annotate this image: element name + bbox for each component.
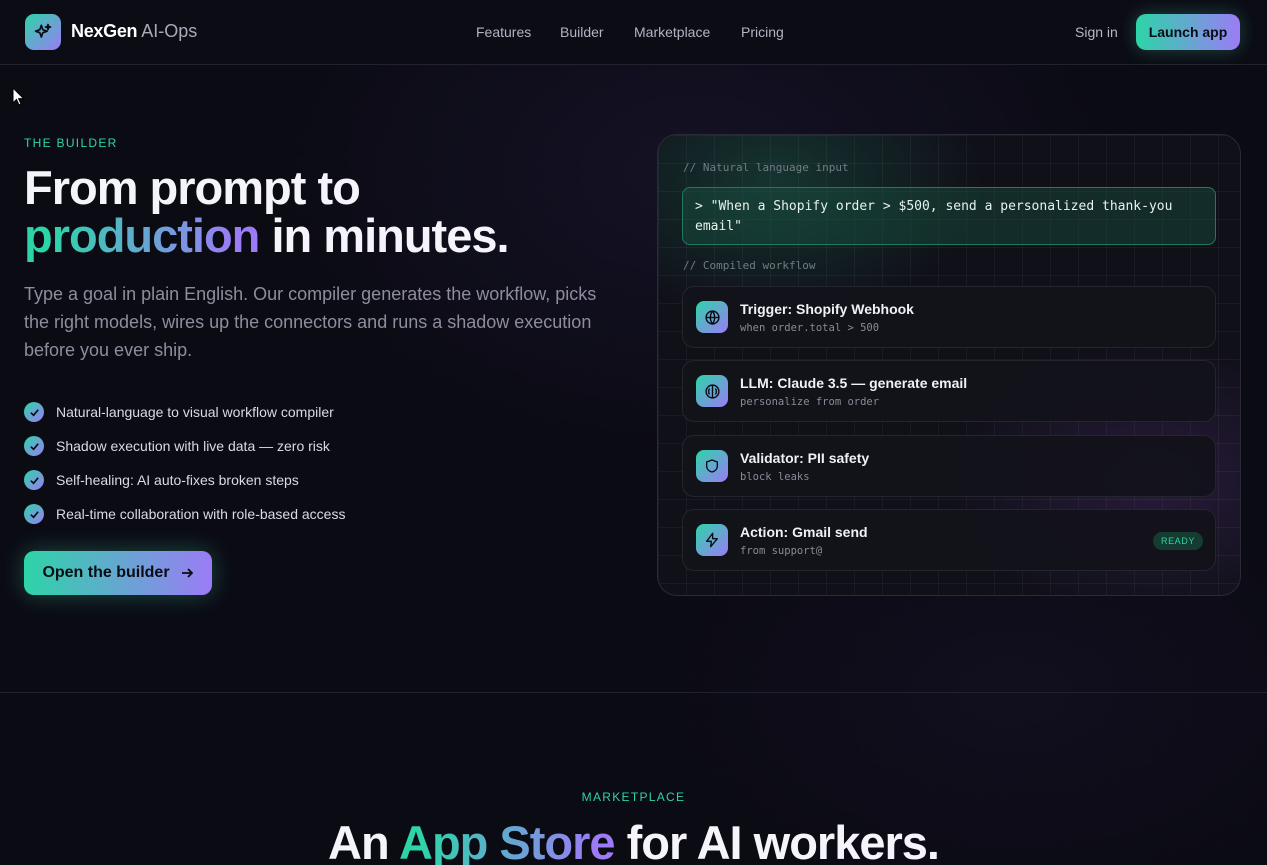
open-builder-label: Open the builder xyxy=(42,564,170,581)
check-icon xyxy=(24,402,44,422)
input-comment: // Natural language input xyxy=(683,161,849,174)
shield-icon xyxy=(696,450,728,482)
brand-name[interactable]: NexGen AI-Ops xyxy=(71,21,197,42)
feature-text: Self-healing: AI auto-fixes broken steps xyxy=(56,472,299,488)
top-nav: NexGen AI-Ops Features Builder Marketpla… xyxy=(0,0,1267,65)
feature-item: Natural-language to visual workflow comp… xyxy=(24,395,345,429)
check-icon xyxy=(24,436,44,456)
marketplace-title-post: for AI workers. xyxy=(626,816,940,865)
sign-in-link[interactable]: Sign in xyxy=(1075,24,1118,40)
marketplace-eyebrow: MARKETPLACE xyxy=(581,790,686,804)
workflow-preview-panel: // Natural language input > "When a Shop… xyxy=(657,134,1241,596)
step-title: LLM: Claude 3.5 — generate email xyxy=(740,375,968,391)
marketplace-title-pre: An xyxy=(328,816,390,865)
hero-title-line1: From prompt to xyxy=(24,161,361,214)
step-subtitle: personalize from order xyxy=(740,396,880,408)
launch-app-button[interactable]: Launch app xyxy=(1136,14,1240,50)
hero-title-highlight: production xyxy=(24,209,260,262)
brain-icon xyxy=(696,375,728,407)
bolt-icon xyxy=(696,524,728,556)
feature-text: Shadow execution with live data — zero r… xyxy=(56,438,330,454)
natural-language-prompt[interactable]: > "When a Shopify order > $500, send a p… xyxy=(682,187,1216,245)
hero-title-rest: in minutes. xyxy=(271,209,509,262)
marketplace-title: An App Store for AI workers. xyxy=(0,815,1267,865)
nav-link-builder[interactable]: Builder xyxy=(560,24,604,40)
feature-list: Natural-language to visual workflow comp… xyxy=(24,395,345,531)
mouse-cursor-icon xyxy=(12,87,25,106)
section-divider xyxy=(0,692,1267,693)
step-title: Trigger: Shopify Webhook xyxy=(740,301,914,317)
workflow-step-validator[interactable]: Validator: PII safety block leaks xyxy=(682,435,1216,497)
marketplace-title-highlight: App Store xyxy=(399,816,616,865)
feature-item: Real-time collaboration with role-based … xyxy=(24,497,345,531)
nav-link-marketplace[interactable]: Marketplace xyxy=(634,24,710,40)
nav-link-pricing[interactable]: Pricing xyxy=(741,24,784,40)
sparkle-icon xyxy=(34,23,52,38)
status-badge: READY xyxy=(1152,532,1203,550)
hero-title: From prompt to production in minutes. xyxy=(24,161,510,262)
workflow-step-trigger[interactable]: Trigger: Shopify Webhook when order.tota… xyxy=(682,286,1216,348)
feature-item: Shadow execution with live data — zero r… xyxy=(24,429,345,463)
feature-text: Real-time collaboration with role-based … xyxy=(56,506,346,522)
check-icon xyxy=(24,470,44,490)
open-builder-button[interactable]: Open the builder xyxy=(24,551,212,595)
step-subtitle: from support@ xyxy=(740,545,823,557)
logo[interactable] xyxy=(25,14,61,50)
workflow-comment: // Compiled workflow xyxy=(683,259,816,272)
workflow-step-action[interactable]: Action: Gmail send from support@ READY xyxy=(682,509,1216,571)
step-title: Validator: PII safety xyxy=(740,450,870,466)
feature-item: Self-healing: AI auto-fixes broken steps xyxy=(24,463,345,497)
step-subtitle: block leaks xyxy=(740,471,810,483)
arrow-right-icon xyxy=(181,568,193,578)
step-title: Action: Gmail send xyxy=(740,524,868,540)
hero-description: Type a goal in plain English. Our compil… xyxy=(24,284,597,360)
brand-bold: NexGen xyxy=(71,21,138,41)
step-subtitle: when order.total > 500 xyxy=(740,322,880,334)
check-icon xyxy=(24,504,44,524)
nav-link-features[interactable]: Features xyxy=(476,24,531,40)
workflow-step-llm[interactable]: LLM: Claude 3.5 — generate email persona… xyxy=(682,360,1216,422)
globe-icon xyxy=(696,301,728,333)
brand-rest: AI-Ops xyxy=(141,21,198,41)
section-eyebrow: THE BUILDER xyxy=(24,136,118,150)
feature-text: Natural-language to visual workflow comp… xyxy=(56,404,334,420)
